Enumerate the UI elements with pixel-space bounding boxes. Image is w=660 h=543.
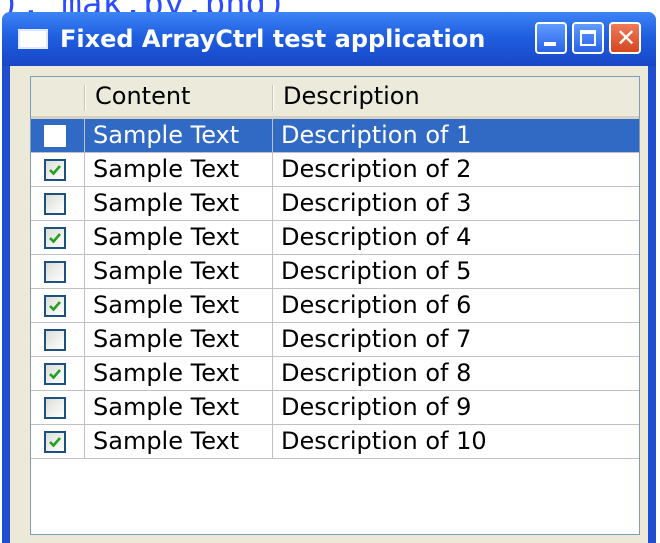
maximize-icon xyxy=(580,30,596,46)
checkbox[interactable] xyxy=(44,329,66,351)
list-row[interactable]: Sample Text Description of 3 xyxy=(31,187,639,221)
row-description-cell: Description of 1 xyxy=(281,121,472,149)
minimize-icon xyxy=(544,42,556,46)
row-description-cell: Description of 2 xyxy=(281,155,472,183)
checkbox-checked[interactable] xyxy=(44,363,66,385)
list-rows: Sample Text Description of 1 Sample Text De… xyxy=(31,119,639,459)
list-row[interactable]: Sample Text Description of 7 xyxy=(31,323,639,357)
list-row[interactable]: Sample Text Description of 1 xyxy=(31,119,639,153)
list-row[interactable]: Sample Text Description of 4 xyxy=(31,221,639,255)
maximize-button[interactable] xyxy=(572,22,604,54)
checkmark-icon xyxy=(49,369,61,380)
list-row[interactable]: Sample Text Description of 10 xyxy=(31,425,639,459)
list-row[interactable]: Sample Text Description of 2 xyxy=(31,153,639,187)
list-row[interactable]: Sample Text Description of 6 xyxy=(31,289,639,323)
row-check-cell xyxy=(31,323,85,356)
row-content-cell: Sample Text xyxy=(85,391,273,424)
row-check-cell xyxy=(31,255,85,288)
row-content-cell: Sample Text xyxy=(85,153,273,186)
checkbox[interactable] xyxy=(44,125,66,147)
row-content-cell: Sample Text xyxy=(85,187,273,220)
row-content-cell: Sample Text xyxy=(85,255,273,288)
checkbox-checked[interactable] xyxy=(44,295,66,317)
row-check-cell xyxy=(31,391,85,424)
row-description-cell: Description of 5 xyxy=(281,257,472,285)
checkbox[interactable] xyxy=(44,193,66,215)
row-content-cell: Sample Text xyxy=(85,425,273,458)
close-icon: ✕ xyxy=(615,24,637,52)
title-bar[interactable]: Fixed ArrayCtrl test application ✕ xyxy=(2,12,656,66)
checkmark-icon xyxy=(49,301,61,312)
list-header: Content Description xyxy=(31,77,639,119)
list-row[interactable]: Sample Text Description of 9 xyxy=(31,391,639,425)
row-description-cell: Description of 7 xyxy=(281,325,472,353)
checkmark-icon xyxy=(49,437,61,448)
checkbox[interactable] xyxy=(44,397,66,419)
checkmark-icon xyxy=(49,233,61,244)
row-description-cell: Description of 8 xyxy=(281,359,472,387)
row-content-cell: Sample Text xyxy=(85,119,273,152)
checkbox-checked[interactable] xyxy=(44,159,66,181)
row-content-cell: Sample Text xyxy=(85,289,273,322)
client-area: Content Description Sample Text Descripti… xyxy=(10,66,648,543)
app-window-icon xyxy=(18,29,48,49)
column-header-content[interactable]: Content xyxy=(85,77,273,116)
row-content-cell: Sample Text xyxy=(85,323,273,356)
list-row[interactable]: Sample Text Description of 8 xyxy=(31,357,639,391)
row-check-cell xyxy=(31,119,85,152)
row-check-cell xyxy=(31,221,85,254)
row-description-cell: Description of 9 xyxy=(281,393,472,421)
column-header-check[interactable] xyxy=(31,77,85,116)
checkbox[interactable] xyxy=(44,261,66,283)
row-content-cell: Sample Text xyxy=(85,357,273,390)
list-row[interactable]: Sample Text Description of 5 xyxy=(31,255,639,289)
checkmark-icon xyxy=(49,165,61,176)
checkbox-checked[interactable] xyxy=(44,227,66,249)
row-check-cell xyxy=(31,357,85,390)
window-title: Fixed ArrayCtrl test application xyxy=(60,25,486,53)
row-description-cell: Description of 3 xyxy=(281,189,472,217)
row-content-cell: Sample Text xyxy=(85,221,273,254)
row-description-cell: Description of 4 xyxy=(281,223,472,251)
row-description-cell: Description of 10 xyxy=(281,427,487,455)
row-check-cell xyxy=(31,425,85,458)
row-description-cell: Description of 6 xyxy=(281,291,472,319)
checkbox-checked[interactable] xyxy=(44,431,66,453)
column-header-description[interactable]: Description xyxy=(273,77,639,116)
app-window: Fixed ArrayCtrl test application ✕ Conte… xyxy=(2,12,656,543)
minimize-button[interactable] xyxy=(535,22,567,54)
row-check-cell xyxy=(31,187,85,220)
row-check-cell xyxy=(31,289,85,322)
array-ctrl-list[interactable]: Content Description Sample Text Descripti… xyxy=(30,76,640,535)
row-check-cell xyxy=(31,153,85,186)
close-button[interactable]: ✕ xyxy=(609,22,641,54)
